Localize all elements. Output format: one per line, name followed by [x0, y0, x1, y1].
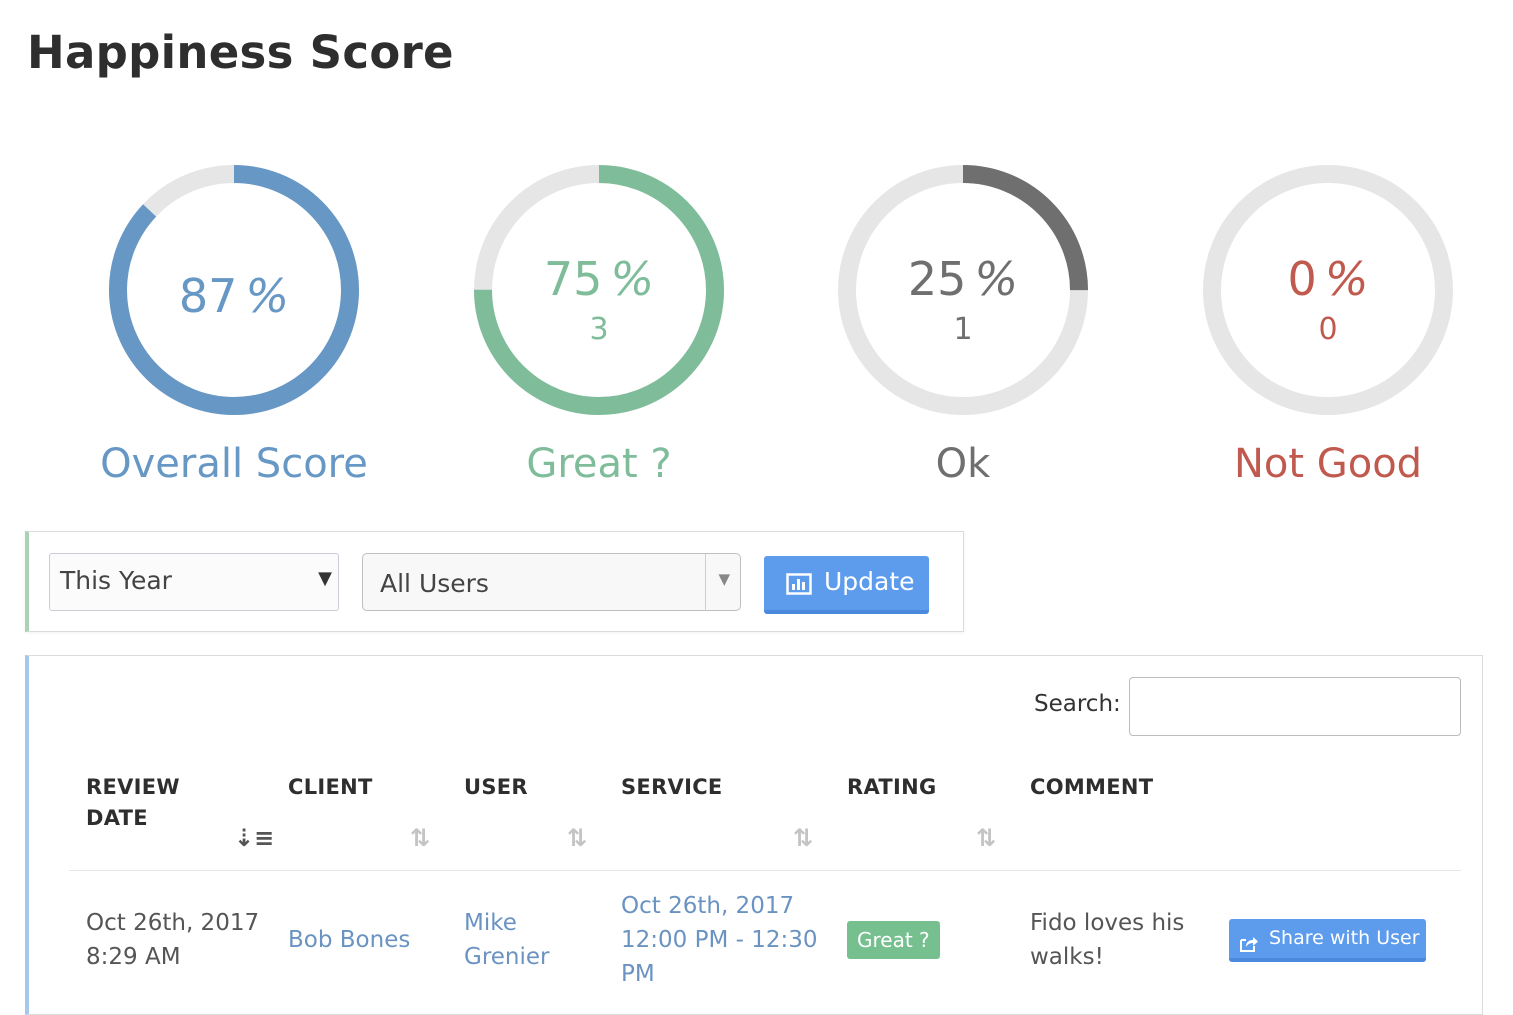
- cell-line: PM: [621, 961, 655, 987]
- gauge-ok: 25% 1 Ok: [833, 160, 1093, 500]
- column-header-line: REVIEW: [86, 775, 180, 799]
- select-divider: [705, 554, 706, 610]
- cell-user-link[interactable]: Mike Grenier: [464, 906, 550, 974]
- cell-line: 12:00 PM - 12:30: [621, 927, 818, 953]
- header-divider: [69, 870, 1461, 871]
- cell-line: Oct 26th, 2017: [86, 910, 260, 936]
- cell-review-date: Oct 26th, 2017 8:29 AM: [86, 906, 259, 974]
- page-title: Happiness Score: [27, 26, 454, 79]
- gauge-ok-percent: 25%: [907, 252, 1019, 306]
- sort-both-icon[interactable]: ⇅: [976, 824, 996, 852]
- column-header-user[interactable]: USER: [464, 772, 528, 803]
- caret-down-icon: ▼: [318, 568, 332, 589]
- gauge-overall-percent: 87%: [178, 269, 290, 323]
- cell-line: Fido loves his: [1030, 910, 1185, 936]
- share-icon: [1239, 928, 1259, 967]
- gauge-not-good-percent: 0%: [1287, 252, 1369, 306]
- gauge-great-label: Great ?: [526, 441, 672, 487]
- search-input[interactable]: [1129, 677, 1461, 736]
- period-select[interactable]: This Year ▼: [49, 553, 339, 611]
- reviews-panel: Search: REVIEW DATE CLIENT USER SERVICE …: [25, 655, 1483, 1015]
- gauge-ok-count: 1: [953, 312, 973, 347]
- users-select[interactable]: All Users ▼: [362, 553, 741, 611]
- search-label: Search:: [1034, 691, 1121, 717]
- cell-service-link[interactable]: Oct 26th, 2017 12:00 PM - 12:30 PM: [621, 889, 818, 991]
- share-button-label: Share with User: [1269, 927, 1420, 949]
- cell-line: Mike: [464, 910, 517, 936]
- update-button[interactable]: Update: [764, 556, 929, 614]
- column-header-rating[interactable]: RATING: [847, 772, 937, 803]
- column-header-service[interactable]: SERVICE: [621, 772, 723, 803]
- share-with-user-button[interactable]: Share with User: [1229, 919, 1426, 962]
- column-header-client[interactable]: CLIENT: [288, 772, 373, 803]
- bar-chart-icon: [786, 572, 812, 601]
- sort-both-icon[interactable]: ⇅: [567, 824, 587, 852]
- gauge-overall: 87% Overall Score: [100, 160, 368, 500]
- sort-desc-icon[interactable]: ⇣≡: [234, 824, 274, 852]
- gauge-great-count: 3: [589, 312, 609, 347]
- sort-both-icon[interactable]: ⇅: [793, 824, 813, 852]
- gauge-great-percent: 75%: [543, 252, 655, 306]
- update-button-label: Update: [824, 567, 915, 596]
- cell-client-link[interactable]: Bob Bones: [288, 923, 410, 957]
- gauge-not-good-label: Not Good: [1233, 441, 1423, 487]
- gauge-overall-label: Overall Score: [100, 441, 368, 487]
- chevron-down-icon: ▼: [718, 570, 730, 588]
- cell-line: Grenier: [464, 944, 550, 970]
- gauge-not-good-count: 0: [1318, 312, 1338, 347]
- rating-badge: Great ?: [847, 921, 940, 959]
- sort-both-icon[interactable]: ⇅: [410, 824, 430, 852]
- cell-line: Oct 26th, 2017: [621, 893, 795, 919]
- period-select-value: This Year: [60, 566, 172, 595]
- gauge-not-good: 0% 0 Not Good: [1198, 160, 1458, 500]
- cell-comment: Fido loves his walks!: [1030, 906, 1184, 974]
- column-header-comment[interactable]: COMMENT: [1030, 772, 1153, 803]
- filter-panel: This Year ▼ All Users ▼ Update: [25, 531, 964, 632]
- cell-line: walks!: [1030, 944, 1104, 970]
- column-header-review-date[interactable]: REVIEW DATE: [86, 772, 180, 834]
- users-select-value: All Users: [380, 569, 489, 598]
- gauge-great: 75% 3 Great ?: [469, 160, 729, 500]
- gauge-ok-label: Ok: [935, 441, 991, 487]
- column-header-line: DATE: [86, 806, 148, 830]
- cell-line: 8:29 AM: [86, 944, 181, 970]
